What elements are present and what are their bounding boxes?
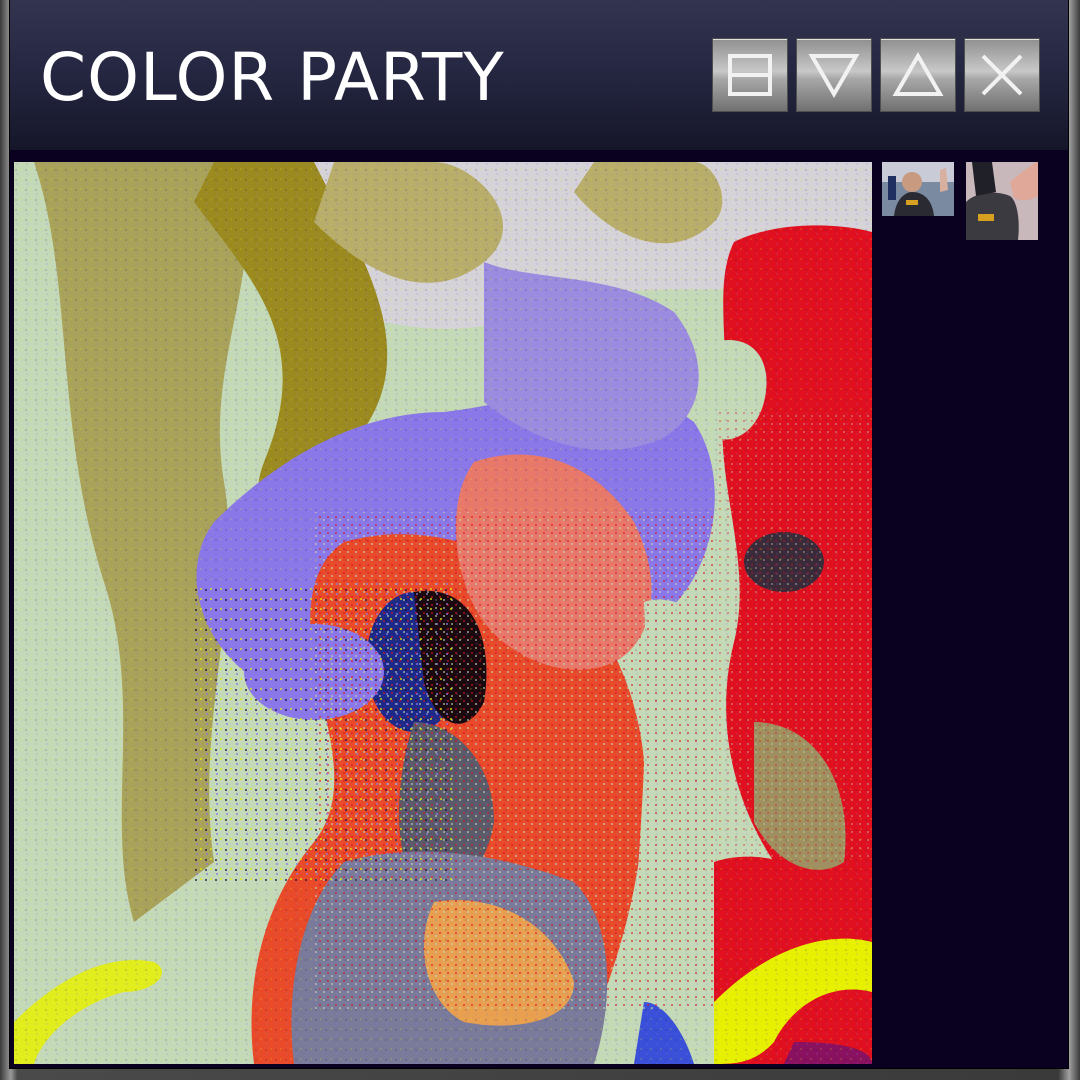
participant-1-image	[882, 162, 954, 216]
participant-thumbnail-2[interactable]	[966, 162, 1038, 240]
down-button[interactable]	[796, 38, 872, 112]
app-title: COLOR PARTY	[40, 39, 505, 116]
participant-2-image	[966, 162, 1038, 240]
layout-button[interactable]	[712, 38, 788, 112]
close-button[interactable]	[964, 38, 1040, 112]
main-video-feed[interactable]	[14, 162, 872, 1064]
close-icon	[981, 54, 1023, 96]
split-layout-icon	[728, 54, 772, 96]
titlebar[interactable]: COLOR PARTY	[10, 0, 1068, 150]
triangle-down-icon	[808, 54, 860, 98]
triangle-up-icon	[892, 52, 944, 96]
color-party-filtered-image	[14, 162, 872, 1064]
up-button[interactable]	[880, 38, 956, 112]
participant-thumbnail-1[interactable]	[882, 162, 954, 216]
color-party-window: COLOR PARTY	[10, 0, 1068, 1068]
